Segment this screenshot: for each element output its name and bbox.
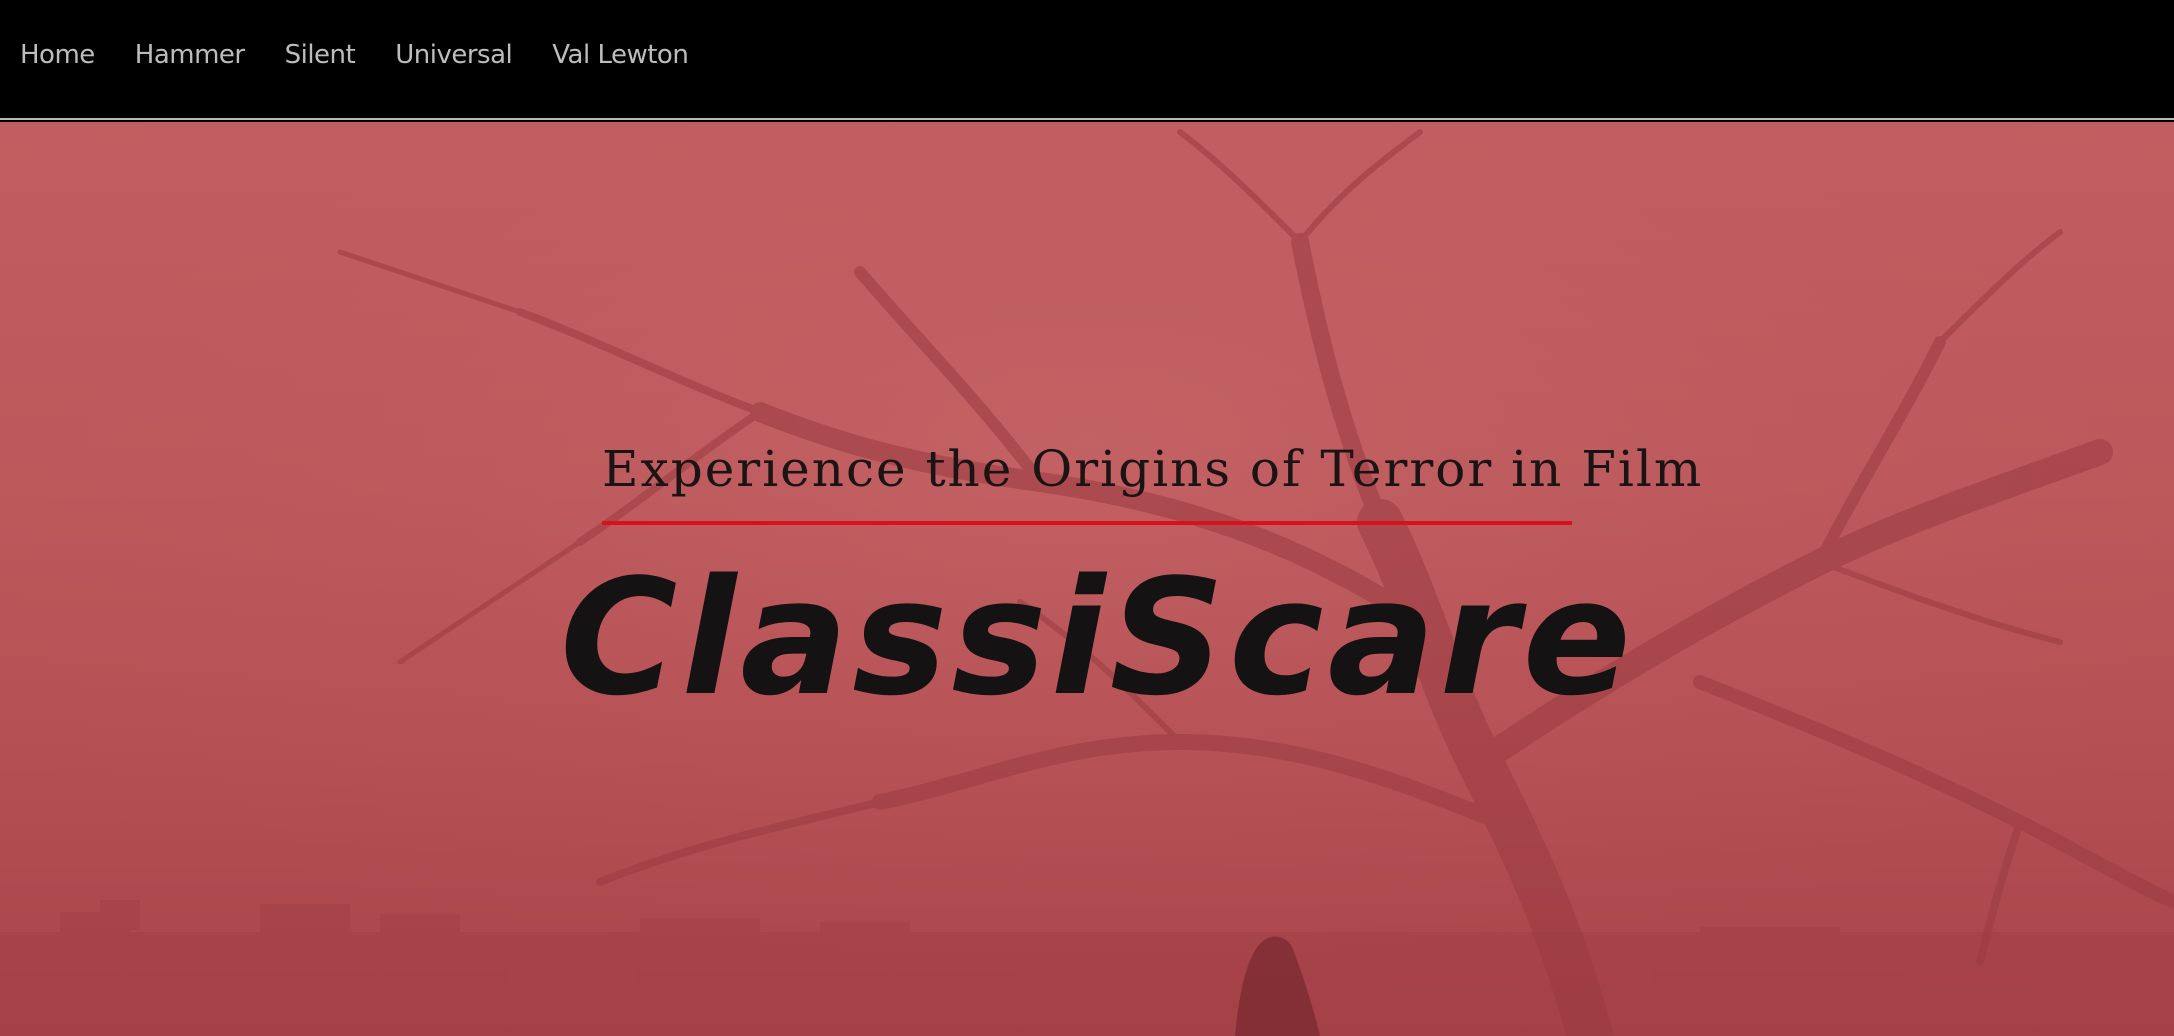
hero-subtitle: Experience the Origins of Terror in Film — [602, 440, 1704, 498]
nav-link-universal[interactable]: Universal — [395, 42, 513, 76]
brand-title: ClassiScare — [560, 544, 1636, 731]
hero-section: Experience the Origins of Terror in Film… — [0, 122, 2174, 1036]
top-navigation: Home Hammer Silent Universal Val Lewton — [0, 0, 2174, 120]
nav-link-hammer[interactable]: Hammer — [135, 42, 245, 76]
nav-link-silent[interactable]: Silent — [285, 42, 356, 76]
hero-divider — [602, 521, 1572, 525]
nav-link-home[interactable]: Home — [20, 42, 95, 76]
nav-link-val-lewton[interactable]: Val Lewton — [552, 42, 689, 76]
